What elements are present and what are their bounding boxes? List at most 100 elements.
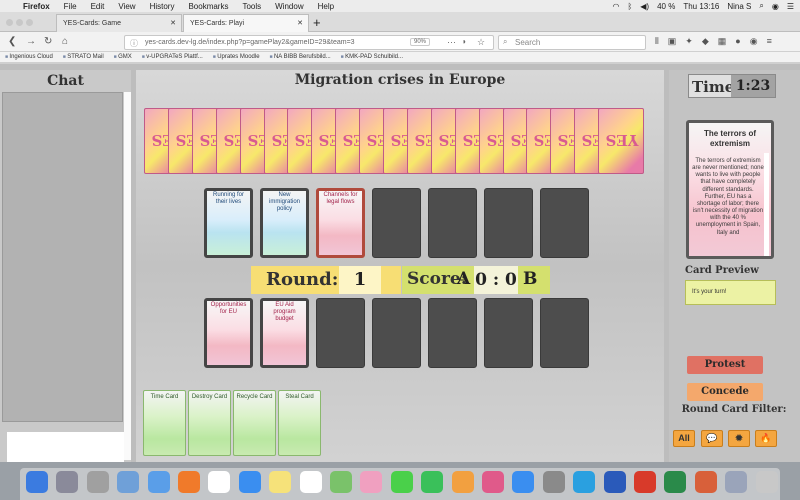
extension-icon[interactable]: ◆ — [702, 36, 709, 47]
top-slot-1[interactable]: Running for their lives — [204, 188, 253, 258]
notes-icon[interactable] — [269, 471, 292, 493]
top-slot-7[interactable] — [540, 188, 589, 258]
acrobat-icon[interactable] — [634, 471, 656, 493]
bottom-slot-3[interactable] — [316, 298, 365, 368]
documents-icon[interactable] — [725, 471, 748, 493]
zoom-window-button[interactable] — [26, 19, 33, 26]
bottom-slot-6[interactable] — [484, 298, 533, 368]
destroy-card[interactable]: Destroy Card — [188, 390, 231, 456]
concede-button[interactable]: Concede — [687, 383, 763, 401]
tab-yes-cards-game[interactable]: YES-Cards: Game ✕ — [56, 14, 182, 32]
forward-icon[interactable]: → — [26, 36, 36, 47]
bookmark-item[interactable]: KMK-PAD Schulbild... — [341, 54, 403, 60]
menu-bookmarks[interactable]: Bookmarks — [181, 2, 235, 11]
pocket-icon[interactable]: ◗ — [462, 37, 467, 46]
word-icon[interactable] — [603, 471, 626, 493]
menu-history[interactable]: History — [143, 2, 182, 11]
itunes-icon[interactable] — [482, 471, 504, 493]
chat-scrollbar[interactable] — [124, 92, 131, 460]
reminders-icon[interactable] — [299, 471, 322, 493]
tab-yes-cards-playing[interactable]: YES-Cards: Playi ✕ — [183, 14, 309, 32]
filter-flame-icon[interactable]: 🔥 — [755, 430, 777, 447]
safari-icon[interactable] — [238, 471, 261, 493]
user-name[interactable]: Nina S — [727, 2, 751, 11]
menu-help[interactable]: Help — [311, 2, 341, 11]
bookmark-item[interactable]: v-UPGRATeS Plattf... — [142, 54, 203, 60]
siri-icon[interactable]: ◉ — [772, 2, 779, 11]
firefox-icon[interactable] — [178, 471, 200, 493]
bookmark-star-icon[interactable]: ☆ — [477, 37, 485, 48]
bluetooth-icon[interactable]: ᛒ — [627, 2, 632, 11]
filter-all-button[interactable]: All — [673, 430, 695, 447]
bookmark-item[interactable]: STRATO Mail — [63, 54, 103, 60]
calendar-icon[interactable] — [208, 471, 231, 493]
zoom-level[interactable]: 90% — [410, 38, 431, 46]
protest-button[interactable]: Protest — [687, 356, 763, 374]
notification-center-icon[interactable]: ☰ — [787, 2, 794, 11]
close-window-button[interactable] — [6, 19, 13, 26]
top-slot-5[interactable] — [428, 188, 477, 258]
url-bar[interactable]: ⓘ yes-cards.dev-lg.de/index.php?p=gamePl… — [124, 35, 494, 50]
bookmark-item[interactable]: NA BIBB Berufsbild... — [270, 54, 331, 60]
powerpoint-icon[interactable] — [694, 471, 717, 493]
clock[interactable]: Thu 13:16 — [683, 2, 719, 11]
time-card[interactable]: Time Card — [143, 390, 186, 456]
back-icon[interactable]: ❮ — [8, 36, 16, 47]
steal-card[interactable]: Steal Card — [278, 390, 321, 456]
skype-icon[interactable] — [573, 471, 596, 493]
top-slot-6[interactable] — [484, 188, 533, 258]
finder-icon[interactable] — [26, 471, 48, 493]
menu-icon[interactable]: ≡ — [767, 36, 772, 47]
site-info-icon[interactable]: ⓘ — [130, 38, 138, 49]
bookmark-item[interactable]: Uprates Moodle — [213, 54, 259, 60]
bottom-slot-4[interactable] — [372, 298, 421, 368]
volume-icon[interactable]: ◀) — [640, 2, 649, 11]
bottom-slot-7[interactable] — [540, 298, 589, 368]
app-store-icon[interactable] — [512, 471, 535, 493]
excel-icon[interactable] — [664, 471, 687, 493]
bottom-slot-1[interactable]: Opportunities for EU — [204, 298, 253, 368]
facetime-icon[interactable] — [421, 471, 444, 493]
trash-icon[interactable] — [755, 471, 778, 493]
bookmark-item[interactable]: Ingenious Cloud — [5, 54, 52, 60]
books-icon[interactable] — [451, 471, 474, 493]
top-slot-2[interactable]: New immigration policy — [260, 188, 309, 258]
menu-app-name[interactable]: Firefox — [16, 2, 57, 11]
preferences-icon[interactable] — [542, 471, 565, 493]
home-icon[interactable]: ⌂ — [62, 36, 68, 47]
menu-window[interactable]: Window — [268, 2, 310, 11]
menu-tools[interactable]: Tools — [235, 2, 268, 11]
launchpad-icon[interactable] — [56, 471, 79, 493]
extension-icon[interactable]: ✦ — [685, 36, 693, 47]
search-input[interactable]: ⌕ Search — [498, 35, 646, 50]
library-icon[interactable]: ⫴ — [655, 36, 659, 47]
menu-edit[interactable]: Edit — [84, 2, 112, 11]
new-tab-icon[interactable]: + — [313, 15, 321, 30]
minimize-window-button[interactable] — [16, 19, 23, 26]
preview-scrollbar[interactable] — [764, 153, 769, 256]
filter-speech-icon[interactable]: 💬 — [701, 430, 723, 447]
finder-folder-icon[interactable] — [147, 471, 170, 493]
system-preferences-icon[interactable] — [86, 471, 109, 493]
top-slot-4[interactable] — [372, 188, 421, 258]
close-tab-icon[interactable]: ✕ — [170, 19, 176, 27]
menu-file[interactable]: File — [57, 2, 84, 11]
bookmark-item[interactable]: GMX — [114, 54, 132, 60]
photos-icon[interactable] — [360, 471, 383, 493]
card-deck[interactable]: YESYESYESYESYESYESYESYESYESYESYESYESYESY… — [144, 108, 645, 174]
screenshot-icon[interactable]: ▦ — [718, 36, 727, 47]
recycle-card[interactable]: Recycle Card — [233, 390, 276, 456]
wifi-icon[interactable]: ◠ — [612, 2, 619, 11]
menu-view[interactable]: View — [111, 2, 142, 11]
filter-burst-icon[interactable]: ✹ — [728, 430, 750, 447]
extension-icon[interactable]: ● — [735, 36, 740, 47]
top-slot-3[interactable]: Channels for legal flows — [316, 188, 365, 258]
page-actions-icon[interactable]: ··· — [447, 37, 456, 47]
battery-percent[interactable]: 40 % — [657, 2, 675, 11]
reload-icon[interactable]: ↻ — [44, 36, 52, 47]
spotlight-icon[interactable]: ⌕ — [759, 1, 763, 11]
extension-icon[interactable]: ◉ — [750, 36, 758, 47]
chat-input[interactable] — [7, 432, 124, 462]
maps-icon[interactable] — [330, 471, 352, 493]
sidebar-icon[interactable]: ▣ — [668, 36, 677, 47]
